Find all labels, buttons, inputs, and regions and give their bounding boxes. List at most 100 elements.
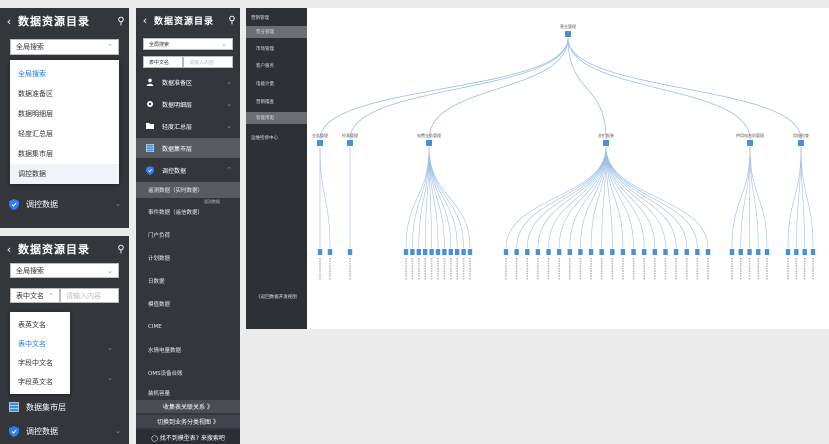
tree-leaf-node[interactable] <box>503 249 509 255</box>
tree-leaf-node[interactable] <box>756 249 761 255</box>
search-icon[interactable]: ⚲ <box>113 244 129 255</box>
tree-leaf-node[interactable] <box>556 249 562 255</box>
field-select[interactable]: 表中文名 ⌃ <box>10 288 60 303</box>
tree-leaf-node[interactable] <box>525 249 530 255</box>
tree-leaf-node[interactable] <box>729 249 735 255</box>
tree-leaf-node[interactable] <box>535 249 541 255</box>
sub-item[interactable]: CIME <box>136 319 240 335</box>
nav-item[interactable]: 运维检修中心 <box>246 132 307 144</box>
search-input[interactable]: 请输入内容 <box>183 56 233 68</box>
switch-view-button[interactable]: 切换到业务分类视图 》 <box>136 415 240 428</box>
tree-leaf-node[interactable] <box>695 249 700 255</box>
tree-leaf-node[interactable] <box>631 249 636 255</box>
tree-leaf-node[interactable] <box>785 249 791 255</box>
category-row[interactable]: 数据准备区 ⌄ <box>136 75 240 89</box>
back-icon[interactable]: ‹ <box>136 14 154 27</box>
field-option[interactable]: 字段中文名 <box>10 353 70 372</box>
sub-item[interactable]: 计划数据 <box>136 250 240 266</box>
nav-item[interactable]: 营销稽查 <box>246 96 307 108</box>
category-row[interactable]: 调控数据 ⌃ <box>136 163 240 177</box>
tree-leaf-node[interactable] <box>599 249 604 255</box>
tree-leaf-node[interactable] <box>567 249 572 255</box>
tree-leaf-node[interactable] <box>448 249 453 255</box>
tree-leaf-node[interactable] <box>442 249 447 255</box>
tree-leaf-node[interactable] <box>652 249 658 255</box>
find-model-button[interactable]: ◯ 找不到模型表? 来搜索吧 <box>136 430 240 444</box>
tree-leaf-node[interactable] <box>620 249 626 255</box>
field-option[interactable]: 表中文名 <box>10 334 70 353</box>
sub-item[interactable]: OMS设备台账 <box>136 365 240 381</box>
tree-leaf-node[interactable] <box>347 249 353 255</box>
tree-leaf-node[interactable] <box>467 249 473 255</box>
search-input[interactable]: 请输入内容 <box>60 288 119 303</box>
sub-item[interactable]: 门户负荷 <box>136 227 240 243</box>
tree-leaf-node[interactable] <box>705 249 711 255</box>
scope-option[interactable]: 调控数据 <box>10 164 119 184</box>
tree-child-node[interactable] <box>347 140 353 146</box>
tree-leaf-node[interactable] <box>403 249 409 255</box>
back-to-dev-view-link[interactable]: 《返回数据开发视图 <box>246 294 307 300</box>
nav-item[interactable]: 营业管理 <box>246 26 307 38</box>
tree-leaf-node[interactable] <box>610 249 615 255</box>
scope-select[interactable]: 全局搜索 ⌄ <box>10 263 119 278</box>
scope-option[interactable]: 数据集市层 <box>10 144 119 164</box>
sub-item[interactable]: 装机容量 <box>136 386 240 400</box>
category-row[interactable]: 调控数据 ⌄ <box>0 194 129 214</box>
tree-child-node[interactable] <box>317 140 323 146</box>
scope-option[interactable]: 数据准备区 <box>10 84 119 104</box>
search-icon[interactable]: ⚲ <box>224 15 240 26</box>
tree-leaf-node[interactable] <box>738 249 743 255</box>
field-option[interactable]: 字段英文名 <box>10 372 70 391</box>
tree-leaf-node[interactable] <box>416 249 421 255</box>
tree-leaf-node[interactable] <box>747 249 752 255</box>
scope-select[interactable]: 全局搜索 ⌄ <box>143 38 233 50</box>
sub-item[interactable]: 水情电量数据 <box>136 342 240 358</box>
tree-child-node[interactable] <box>603 140 609 146</box>
scope-select[interactable]: 全局搜索 ⌃ <box>10 39 119 55</box>
back-icon[interactable]: ‹ <box>0 15 18 28</box>
tree-leaf-node[interactable] <box>673 249 679 255</box>
tree-root-node[interactable] <box>565 31 571 37</box>
tree-leaf-node[interactable] <box>455 249 460 255</box>
collect-relations-button[interactable]: 收集表关联关系 》 <box>136 400 240 413</box>
tree-leaf-node[interactable] <box>410 249 415 255</box>
tree-leaf-node[interactable] <box>794 249 799 255</box>
category-row[interactable]: 数据明细层 ⌄ <box>136 97 240 111</box>
tree-leaf-node[interactable] <box>429 249 434 255</box>
sub-item[interactable]: 模值数据 <box>136 296 240 312</box>
sub-item[interactable]: 日数据 <box>136 273 240 289</box>
tree-leaf-node[interactable] <box>764 249 770 255</box>
tree-leaf-node[interactable] <box>546 249 551 255</box>
tree-leaf-node[interactable] <box>810 249 816 255</box>
tree-leaf-node[interactable] <box>327 249 333 255</box>
category-row[interactable]: 轻度汇总层 ⌄ <box>136 119 240 133</box>
scope-option[interactable]: 全局搜索 <box>10 64 119 84</box>
nav-item[interactable]: 电能计量 <box>246 78 307 90</box>
tree-leaf-node[interactable] <box>514 249 519 255</box>
tree-leaf-node[interactable] <box>461 249 466 255</box>
tree-leaf-node[interactable] <box>588 249 594 255</box>
tree-child-node[interactable] <box>798 140 804 146</box>
field-select[interactable]: 表中文名 <box>143 56 183 68</box>
tree-leaf-node[interactable] <box>317 249 323 255</box>
nav-item[interactable]: 市场管理 <box>246 43 307 55</box>
tree-leaf-node[interactable] <box>423 249 428 255</box>
tree-leaf-node[interactable] <box>802 249 807 255</box>
sub-item[interactable]: 事件数据（遥信数据） <box>136 204 240 220</box>
search-icon[interactable]: ⚲ <box>113 16 129 27</box>
category-row[interactable]: 调控数据 ⌄ <box>0 422 129 440</box>
tree-child-node[interactable] <box>426 140 432 146</box>
tree-leaf-node[interactable] <box>578 249 583 255</box>
nav-item[interactable]: 客户服务 <box>246 60 307 72</box>
category-row[interactable]: 数据集市层 <box>0 398 129 416</box>
category-row[interactable]: 数据集市层 <box>136 138 240 158</box>
tree-leaf-node[interactable] <box>435 249 441 255</box>
tree-leaf-node[interactable] <box>642 249 647 255</box>
back-icon[interactable]: ‹ <box>0 243 18 256</box>
sub-item[interactable]: 遥测数据（实时数据） <box>136 182 240 198</box>
tree-child-node[interactable] <box>747 140 753 146</box>
nav-item[interactable]: 智能用电 <box>246 112 307 124</box>
field-option[interactable]: 表英文名 <box>10 315 70 334</box>
nav-item[interactable]: 营销管理 <box>246 12 307 24</box>
scope-option[interactable]: 轻度汇总层 <box>10 124 119 144</box>
